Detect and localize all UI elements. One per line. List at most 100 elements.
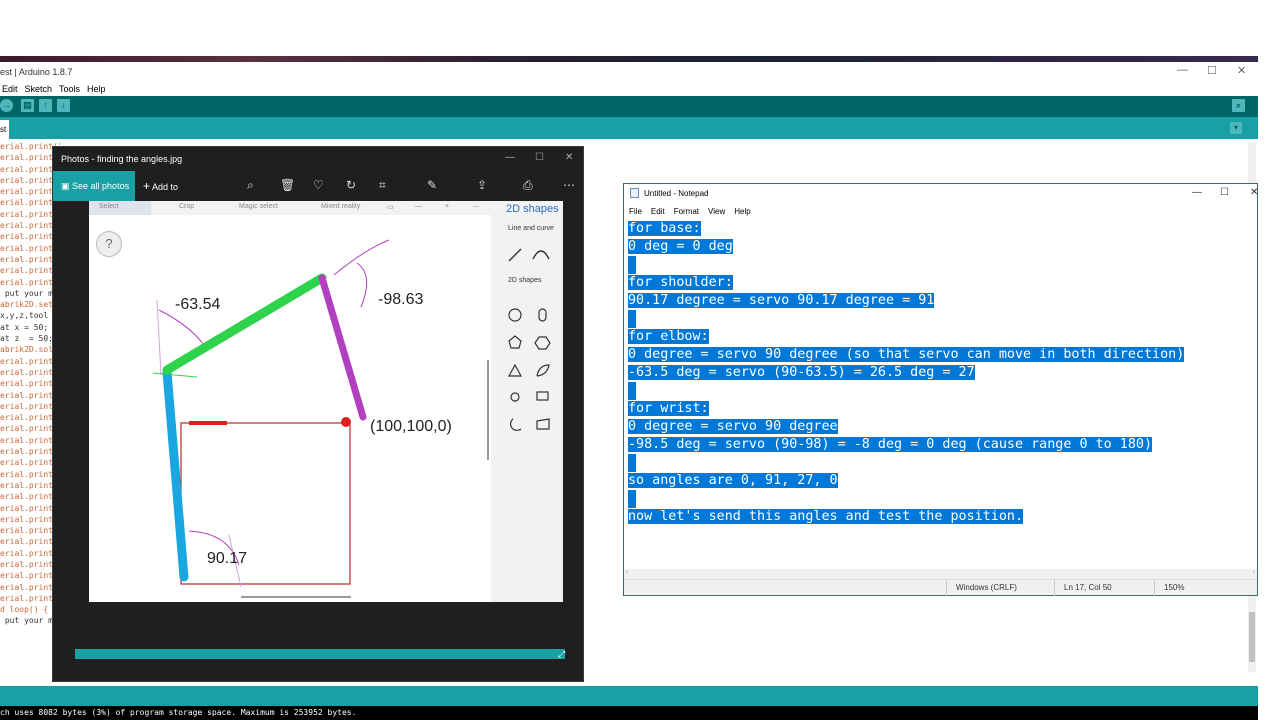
minimize-button[interactable]: —	[1177, 64, 1188, 76]
edit-icon[interactable]: ✎	[427, 178, 437, 192]
heart-icon[interactable]: ♡	[313, 178, 324, 192]
code-editor[interactable]: erial.print("x1");erial.print(erial.prin…	[0, 141, 60, 661]
select-tool[interactable]: Select	[99, 203, 118, 210]
shoulder-arc	[158, 309, 205, 346]
notepad-line	[628, 310, 1253, 328]
triangle-shape-icon[interactable]	[507, 363, 523, 377]
notepad-line: now let's send this angles and test the …	[628, 508, 1253, 526]
photos-window: Photos - finding the angles.jpg — ☐ ✕ ▣ …	[52, 146, 584, 682]
comment-icon[interactable]: ▭	[387, 203, 394, 211]
more-icon[interactable]: ⋯	[563, 178, 575, 192]
menu-edit[interactable]: Edit	[2, 84, 18, 94]
expand-icon[interactable]: ⤢	[558, 649, 565, 660]
code-line: erial.print(	[0, 390, 58, 400]
code-line: erial.print(	[0, 571, 58, 581]
code-line: erial.print(	[0, 266, 58, 276]
share-icon[interactable]: ⇪	[477, 178, 487, 192]
curve-shape-icon[interactable]	[532, 250, 550, 260]
photos-maximize-button[interactable]: ☐	[535, 152, 544, 163]
serial-monitor-icon[interactable]: ⌕	[1232, 99, 1245, 112]
photos-close-button[interactable]: ✕	[565, 152, 573, 163]
notepad-line: 0 degree = servo 90 degree (so that serv…	[628, 346, 1253, 364]
pentagon-shape-icon[interactable]	[508, 335, 522, 349]
code-line: erial.print(	[0, 503, 58, 513]
notepad-line-text: 0 degree = servo 90 degree	[628, 419, 838, 434]
line-ending-status: Windows (CRLF)	[956, 583, 1017, 592]
plus-icon-inner[interactable]: +	[445, 203, 449, 210]
notepad-line-text: -98.5 deg = servo (90-98) = -8 deg = 0 d…	[628, 437, 1153, 452]
callout-shape-icon[interactable]	[536, 391, 549, 401]
menu-file[interactable]: File	[629, 207, 642, 216]
new-sketch-icon[interactable]: ▤	[21, 99, 34, 112]
notepad-line-text: for elbow:	[628, 329, 709, 344]
notepad-line: so angles are 0, 91, 27, 0	[628, 472, 1253, 490]
code-line: erial.print(	[0, 469, 58, 479]
notepad-line: for base:	[628, 220, 1253, 238]
add-to-button[interactable]: + Add to	[143, 171, 178, 201]
notepad-text-area[interactable]: for base: 0 deg = 0 deg for shoulder: 90.17…	[628, 220, 1253, 570]
zoom-icon[interactable]: ⌕	[247, 178, 254, 193]
notepad-line-text: -63.5 deg = servo (90-63.5) = 26.5 deg =…	[628, 365, 975, 380]
arduino-title: est | Arduino 1.8.7	[0, 67, 73, 77]
base-angle-label: 90.17	[207, 550, 247, 567]
code-line: erial.print(	[0, 221, 58, 231]
upload-icon[interactable]: →	[0, 99, 13, 112]
2d-shapes-heading: 2D shapes	[508, 277, 542, 284]
delete-icon[interactable]: 🗑	[280, 178, 295, 192]
notepad-line	[628, 490, 1253, 508]
status-separator	[1054, 580, 1055, 596]
burst-shape-icon[interactable]	[510, 392, 520, 402]
mixed-reality-tool[interactable]: Mixed reality	[321, 203, 360, 210]
save-icon[interactable]: ↓	[57, 99, 70, 112]
circle-shape-icon[interactable]	[508, 308, 522, 322]
photo-canvas: Select Crop Magic select Mixed reality ▭…	[89, 201, 563, 602]
minus-icon[interactable]: —	[415, 203, 422, 210]
code-line: erial.print(	[0, 232, 58, 242]
notepad-minimize-button[interactable]: —	[1192, 187, 1202, 198]
menu-edit[interactable]: Edit	[651, 207, 665, 216]
more-icon-inner[interactable]: ⋯	[473, 203, 480, 211]
open-icon[interactable]: ↑	[39, 99, 52, 112]
photos-minimize-button[interactable]: —	[505, 152, 515, 163]
menu-help[interactable]: Help	[734, 207, 750, 216]
image-vscroll-thumb[interactable]	[487, 360, 489, 460]
leaf-shape-icon[interactable]	[536, 364, 550, 377]
code-line: erial.print("x1");	[0, 142, 60, 151]
notepad-maximize-button[interactable]: ☐	[1220, 187, 1229, 198]
see-all-photos-button[interactable]: ▣ See all photos	[53, 171, 135, 201]
scroll-right-icon[interactable]: ›	[1253, 569, 1255, 576]
menu-help[interactable]: Help	[87, 84, 106, 94]
rotate-icon[interactable]: ↻	[346, 178, 356, 192]
notepad-line	[628, 256, 1253, 274]
code-line: erial.print(	[0, 356, 58, 366]
menu-format[interactable]: Format	[674, 207, 699, 216]
hexagon-shape-icon[interactable]	[534, 336, 551, 350]
scroll-left-icon[interactable]: ‹	[626, 569, 628, 576]
banner-shape-icon[interactable]	[536, 418, 550, 430]
scrollbar-thumb[interactable]	[1249, 612, 1255, 662]
code-line: erial.print(	[0, 424, 58, 434]
magic-select-tool[interactable]: Magic select	[239, 203, 278, 210]
moon-shape-icon[interactable]	[510, 418, 522, 431]
code-line: put your m	[0, 288, 53, 298]
tab-menu-icon[interactable]: ▾	[1230, 122, 1242, 134]
notepad-line: -63.5 deg = servo (90-63.5) = 26.5 deg =…	[628, 364, 1253, 382]
menu-sketch[interactable]: Sketch	[25, 84, 53, 94]
rounded-rect-shape-icon[interactable]	[538, 308, 547, 322]
close-button[interactable]: ✕	[1237, 64, 1246, 77]
notepad-close-button[interactable]: ✕	[1250, 187, 1258, 198]
sketch-tab[interactable]: st	[0, 120, 9, 139]
crop-icon[interactable]: ⌗	[379, 178, 386, 193]
menu-tools[interactable]: Tools	[59, 84, 80, 94]
print-icon[interactable]: ⎙	[523, 178, 533, 193]
notepad-hscrollbar[interactable]: ‹ ›	[624, 569, 1257, 579]
notepad-title: Untitled - Notepad	[644, 189, 709, 198]
code-line: erial.print(	[0, 164, 58, 174]
crop-tool[interactable]: Crop	[179, 203, 194, 210]
line-shape-icon[interactable]	[508, 248, 522, 262]
image-hscroll-thumb[interactable]	[241, 596, 351, 598]
menu-view[interactable]: View	[708, 207, 725, 216]
zoom-status: 150%	[1164, 583, 1185, 592]
help-button[interactable]: ?	[96, 231, 122, 257]
maximize-button[interactable]: ☐	[1207, 64, 1217, 77]
